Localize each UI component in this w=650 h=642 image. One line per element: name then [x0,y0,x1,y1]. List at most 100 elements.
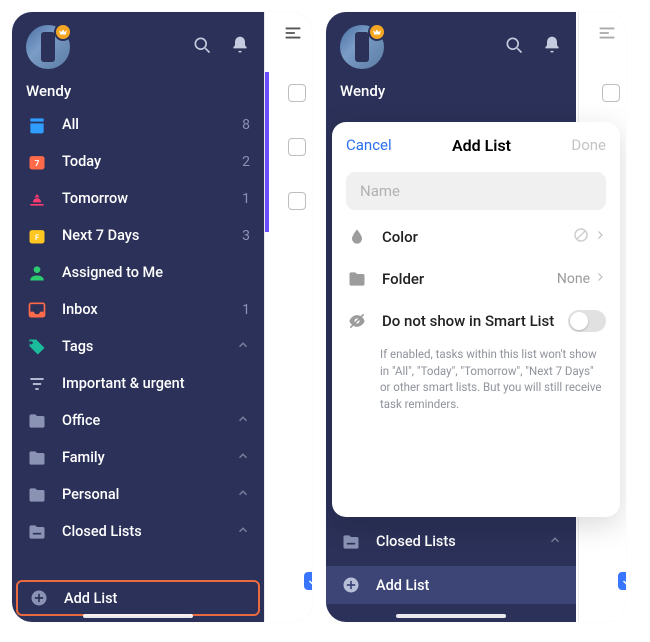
avatar[interactable] [340,25,384,69]
drop-icon [346,226,368,248]
sidebar: Wendy All 8 7 Today 2 Tomorrow 1 F Next … [12,12,264,622]
sidebar-item-label: Office [62,412,100,429]
folder-icon [26,410,48,432]
sidebar-item-label: Tomorrow [62,190,128,207]
folder-icon [346,268,368,290]
chevron-up-icon [236,449,250,467]
hide-label: Do not show in Smart List [382,312,554,330]
screen-addlist-modal: Wendy Personal Closed Lists Add List [326,12,626,622]
inbox-icon [26,299,48,321]
modal-header: Cancel Add List Done [332,122,620,168]
screen-sidebar: Wendy All 8 7 Today 2 Tomorrow 1 F Next … [12,12,312,622]
archive-folder-icon [340,531,362,553]
sidebar-item-label: Personal [62,486,119,503]
sidebar-item-label: Assigned to Me [62,264,163,281]
sidebar-item-label: Tags [62,338,93,355]
topbar [326,12,576,82]
no-color-icon [572,226,590,248]
folder-icon [26,484,48,506]
bell-icon[interactable] [542,35,562,59]
search-icon[interactable] [192,35,212,59]
sidebar-item-all[interactable]: All 8 [12,106,264,143]
sidebar-item-tomorrow[interactable]: Tomorrow 1 [12,180,264,217]
plus-circle-icon [340,574,362,596]
add-list-button[interactable]: Add List [326,566,576,604]
color-label: Color [382,228,418,246]
add-list-modal: Cancel Add List Done Color Folder None [332,122,620,517]
chevron-up-icon [236,338,250,356]
home-indicator [396,614,506,618]
sidebar-item-important[interactable]: Important & urgent [12,365,264,402]
calendar-today-icon: 7 [26,151,48,173]
home-indicator [83,614,193,618]
checkbox-checked[interactable] [618,572,626,590]
checkbox[interactable] [602,84,620,102]
sidebar-item-next7[interactable]: F Next 7 Days 3 [12,217,264,254]
sidebar-item-closed[interactable]: Closed Lists [326,523,576,560]
sidebar-item-label: Closed Lists [62,523,142,540]
count-badge: 3 [242,228,250,244]
chevron-up-icon [236,523,250,541]
chevron-up-icon [236,412,250,430]
selection-indicator [265,72,269,232]
avatar[interactable] [26,25,70,69]
count-badge: 1 [242,191,250,207]
topbar [12,12,264,82]
sidebar-item-label: Inbox [62,301,98,318]
svg-text:F: F [35,233,39,242]
search-icon[interactable] [504,35,524,59]
checkbox-checked[interactable] [304,572,312,590]
chevron-up-icon [548,533,562,551]
sidebar-item-label: Family [62,449,105,466]
tags-icon [26,336,48,358]
modal-title: Add List [452,136,511,155]
eye-off-icon [346,310,368,332]
sidebar-item-office[interactable]: Office [12,402,264,439]
count-badge: 2 [242,154,250,170]
menu-icon[interactable] [282,22,304,48]
checkbox[interactable] [288,138,306,156]
sidebar-item-assigned[interactable]: Assigned to Me [12,254,264,291]
add-list-label: Add List [64,590,117,607]
sidebar-item-tags[interactable]: Tags [12,328,264,365]
cancel-button[interactable]: Cancel [346,136,392,154]
hide-smartlist-row: Do not show in Smart List [332,300,620,342]
chevron-right-icon [594,229,606,245]
sidebar-item-inbox[interactable]: Inbox 1 [12,291,264,328]
checkbox[interactable] [288,84,306,102]
crown-badge-icon [368,23,386,41]
menu-icon[interactable] [596,22,618,48]
add-list-label: Add List [376,577,429,594]
sidebar-item-label: Next 7 Days [62,227,139,244]
content-panel [264,12,312,622]
folder-icon [26,447,48,469]
sidebar-item-today[interactable]: 7 Today 2 [12,143,264,180]
hide-description: If enabled, tasks within this list won't… [332,342,620,413]
sidebar-item-label: Important & urgent [62,375,185,392]
chevron-right-icon [594,271,606,287]
bell-icon[interactable] [230,35,250,59]
calendar-week-icon: F [26,225,48,247]
sidebar-item-personal[interactable]: Personal [12,476,264,513]
count-badge: 8 [242,117,250,133]
sunrise-icon [26,188,48,210]
username-label: Wendy [326,82,576,106]
tray-icon [26,114,48,136]
sidebar-item-family[interactable]: Family [12,439,264,476]
checkbox[interactable] [288,192,306,210]
sidebar-item-label: Closed Lists [376,533,456,550]
add-list-button[interactable]: Add List [16,580,260,616]
username-label: Wendy [12,82,264,106]
done-button[interactable]: Done [571,136,606,154]
hide-toggle[interactable] [568,310,606,332]
folder-label: Folder [382,270,424,288]
sidebar-item-label: All [62,116,79,133]
list-name-field[interactable] [346,172,606,210]
sidebar-item-closed[interactable]: Closed Lists [12,513,264,550]
svg-text:7: 7 [35,159,40,169]
chevron-up-icon [236,486,250,504]
folder-row[interactable]: Folder None [332,258,620,300]
filter-icon [26,373,48,395]
person-icon [26,262,48,284]
color-row[interactable]: Color [332,216,620,258]
